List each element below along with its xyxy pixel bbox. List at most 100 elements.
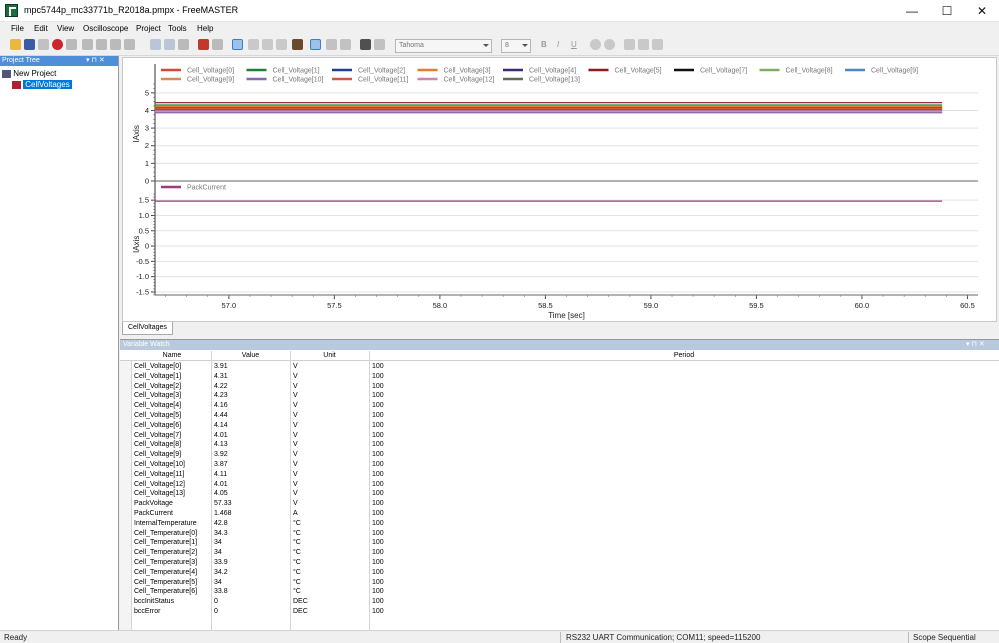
variable-value-cell: 0: [214, 607, 218, 615]
move-down-icon[interactable]: [340, 39, 351, 50]
table-row[interactable]: bccError 0 DEC 100: [120, 607, 999, 617]
legend-label: Cell_Voltage[0]: [187, 68, 234, 75]
table-row[interactable]: bccInitStatus 0 DEC 100: [120, 597, 999, 607]
table-row[interactable]: Cell_Voltage[0] 3.91 V 100: [120, 362, 999, 372]
variable-name-cell: Cell_Voltage[6]: [134, 421, 182, 429]
variable-name-cell: Cell_Temperature[2]: [134, 549, 198, 557]
table-row[interactable]: Cell_Temperature[0] 34.3 °C 100: [120, 529, 999, 539]
grid-icon[interactable]: [310, 39, 321, 50]
panel-controls[interactable]: ▾ ⊓ ✕: [86, 56, 105, 64]
recorder-icon[interactable]: [198, 39, 209, 50]
save-icon[interactable]: [24, 39, 35, 50]
table-row[interactable]: InternalTemperature 42.8 °C 100: [120, 519, 999, 529]
table-row[interactable]: Cell_Voltage[2] 4.22 V 100: [120, 382, 999, 392]
font-size-select[interactable]: 8: [501, 39, 531, 53]
align-left-icon[interactable]: [624, 39, 635, 50]
table-row[interactable]: Cell_Voltage[3] 4.23 V 100: [120, 391, 999, 401]
zoom-in-icon[interactable]: [248, 39, 259, 50]
copy-icon[interactable]: [96, 39, 107, 50]
table-row[interactable]: Cell_Voltage[7] 4.01 V 100: [120, 431, 999, 441]
stop-icon[interactable]: [52, 39, 63, 50]
zoom-x-icon[interactable]: [276, 39, 287, 50]
forward-arrow-icon[interactable]: [164, 39, 175, 50]
link-icon[interactable]: [66, 39, 77, 50]
move-up-icon[interactable]: [326, 39, 337, 50]
column-header-name[interactable]: Name: [133, 352, 211, 359]
column-header-value[interactable]: Value: [211, 352, 290, 359]
table-row[interactable]: Cell_Temperature[5] 34 °C 100: [120, 578, 999, 588]
table-row[interactable]: Cell_Temperature[2] 34 °C 100: [120, 548, 999, 558]
tree-item-cellvoltages[interactable]: CellVoltages: [12, 80, 72, 89]
align-right-icon[interactable]: [652, 39, 663, 50]
chevron-down-icon: [483, 44, 489, 47]
column-header-period[interactable]: Period: [369, 352, 999, 359]
menu-oscilloscope[interactable]: Oscilloscope: [83, 24, 128, 33]
paste-icon[interactable]: [110, 39, 121, 50]
variable-period-cell: 100: [372, 470, 384, 478]
status-connection: RS232 UART Communication; COM11; speed=1…: [566, 633, 761, 642]
table-row[interactable]: Cell_Voltage[9] 3.92 V 100: [120, 450, 999, 460]
oscilloscope-view[interactable]: 0 1 2 3 4 5 IAxis Cell_Voltage[0] Cell_Voltage[1…: [122, 57, 997, 322]
variable-name-cell: Cell_Voltage[12]: [134, 480, 185, 488]
menu-tools[interactable]: Tools: [168, 24, 187, 33]
menu-project[interactable]: Project: [136, 24, 161, 33]
project-tree-header: Project Tree ▾ ⊓ ✕: [0, 56, 118, 66]
color-icon[interactable]: [590, 39, 601, 50]
table-row[interactable]: Cell_Voltage[6] 4.14 V 100: [120, 421, 999, 431]
table-row[interactable]: Cell_Voltage[13] 4.05 V 100: [120, 489, 999, 499]
table-row[interactable]: Cell_Voltage[1] 4.31 V 100: [120, 372, 999, 382]
marker-icon[interactable]: [292, 39, 303, 50]
table-row[interactable]: PackVoltage 57.33 V 100: [120, 499, 999, 509]
font-size-value: 8: [505, 42, 509, 49]
background-color-icon[interactable]: [604, 39, 615, 50]
close-button[interactable]: ✕: [965, 0, 999, 22]
table-row[interactable]: Cell_Temperature[1] 34 °C 100: [120, 538, 999, 548]
table-row[interactable]: Cell_Voltage[12] 4.01 V 100: [120, 480, 999, 490]
tree-item-new-project[interactable]: New Project: [2, 69, 56, 78]
variable-value-cell: 4.05: [214, 490, 228, 498]
table-row[interactable]: Cell_Temperature[3] 33.9 °C 100: [120, 558, 999, 568]
table-row[interactable]: Cell_Voltage[11] 4.11 V 100: [120, 470, 999, 480]
print-icon[interactable]: [360, 39, 371, 50]
zoom-fit-icon[interactable]: [232, 39, 243, 50]
font-name-select[interactable]: Tahoma: [395, 39, 492, 53]
zoom-out-icon[interactable]: [262, 39, 273, 50]
menu-edit[interactable]: Edit: [34, 24, 48, 33]
delete-icon[interactable]: [124, 39, 135, 50]
variable-unit-cell: °C: [293, 539, 301, 547]
table-row[interactable]: Cell_Temperature[6] 33.8 °C 100: [120, 587, 999, 597]
variable-value-cell: 42.8: [214, 519, 228, 527]
maximize-button[interactable]: ☐: [930, 0, 964, 22]
variable-name-cell: Cell_Voltage[4]: [134, 402, 182, 410]
status-ready: Ready: [4, 633, 28, 642]
table-row[interactable]: Cell_Temperature[4] 34.2 °C 100: [120, 568, 999, 578]
table-row[interactable]: Cell_Voltage[10] 3.87 V 100: [120, 460, 999, 470]
settings-icon[interactable]: [38, 39, 49, 50]
panel-controls[interactable]: ▾ ⊓ ✕: [966, 340, 985, 348]
y-tick-label: 3: [145, 124, 149, 133]
table-row[interactable]: Cell_Voltage[4] 4.16 V 100: [120, 401, 999, 411]
export-icon[interactable]: [212, 39, 223, 50]
column-header-unit[interactable]: Unit: [290, 352, 369, 359]
table-row[interactable]: Cell_Voltage[5] 4.44 V 100: [120, 411, 999, 421]
variable-unit-cell: °C: [293, 549, 301, 557]
variable-period-cell: 100: [372, 382, 384, 390]
back-arrow-icon[interactable]: [150, 39, 161, 50]
table-row[interactable]: PackCurrent 1.468 A 100: [120, 509, 999, 519]
italic-button[interactable]: I: [557, 40, 559, 49]
properties-icon[interactable]: [178, 39, 189, 50]
y-tick-label: 4: [145, 106, 149, 115]
minimize-button[interactable]: —: [895, 0, 929, 22]
table-row[interactable]: Cell_Voltage[8] 4.13 V 100: [120, 440, 999, 450]
variable-value-cell: 34.2: [214, 568, 228, 576]
menu-help[interactable]: Help: [197, 24, 213, 33]
format-icon[interactable]: [374, 39, 385, 50]
menu-file[interactable]: File: [11, 24, 24, 33]
align-center-icon[interactable]: [638, 39, 649, 50]
cut-icon[interactable]: [82, 39, 93, 50]
underline-button[interactable]: U: [571, 40, 577, 49]
tab-cellvoltages[interactable]: CellVoltages: [122, 322, 173, 335]
menu-view[interactable]: View: [57, 24, 74, 33]
bold-button[interactable]: B: [541, 40, 547, 49]
open-folder-icon[interactable]: [10, 39, 21, 50]
